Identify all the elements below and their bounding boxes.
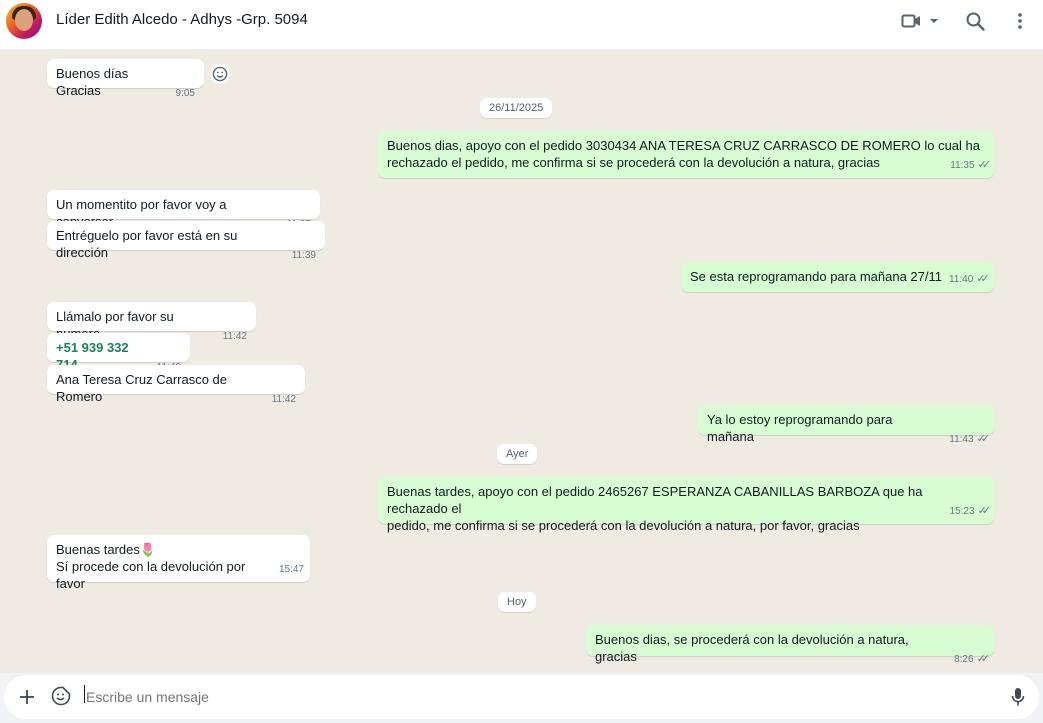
read-receipt-icon: ✓✓ — [976, 273, 990, 285]
read-receipt-icon: ✓✓ — [977, 505, 992, 517]
message-text: Buenos dias, se procederá con la devoluc… — [595, 632, 909, 664]
message-time: 11:35 — [950, 160, 975, 171]
microphone-icon[interactable] — [1008, 685, 1028, 709]
read-receipt-icon: ✓✓ — [976, 653, 991, 665]
message-time: 15:47 — [278, 564, 304, 575]
message-text-line: pedido, me confirma si se procederá con … — [387, 518, 860, 533]
incoming-message[interactable]: Entréguelo por favor está en su direcció… — [47, 221, 325, 261]
chevron-down-icon[interactable] — [928, 10, 940, 32]
message-time: 11:42 — [271, 394, 296, 405]
message-text-line: Sí procede con la devolución por favor — [56, 559, 246, 591]
plus-icon[interactable] — [16, 686, 38, 708]
message-time: 11:43 — [949, 434, 974, 445]
outgoing-message[interactable]: Buenos dias, apoyo con el pedido 3030434… — [378, 131, 994, 178]
outgoing-message[interactable]: Ya lo estoy reprogramando para mañana 11:… — [698, 405, 994, 445]
message-text-line: Buenos dias, apoyo con el pedido 3030434… — [387, 138, 980, 153]
outgoing-message[interactable]: Buenas tardes, apoyo con el pedido 24652… — [378, 477, 994, 533]
read-receipt-icon: ✓✓ — [976, 433, 991, 445]
contact-avatar[interactable] — [6, 3, 42, 39]
message-time: 15:23 — [949, 506, 975, 517]
message-text-line: Buenas tardes🌷 — [56, 542, 157, 557]
date-separator: Hoy — [498, 592, 536, 612]
message-meta: 15:47 — [279, 559, 304, 578]
read-receipt-icon: ✓✓ — [977, 159, 992, 171]
chat-header: Líder Edith Alcedo - Adhys -Grp. 5094 — [0, 0, 1043, 50]
incoming-message[interactable]: Buenos días Gracias 9:05 — [47, 59, 204, 99]
message-meta: 15:23 ✓✓ — [949, 501, 992, 520]
message-time: 11:42 — [222, 331, 247, 342]
date-separator: 26/11/2025 — [480, 98, 553, 118]
message-text: Se esta reprogramando para mañana 27/11 — [690, 269, 942, 284]
incoming-message[interactable]: +51 939 332 71411:42 — [47, 333, 190, 373]
message-time: 9:05 — [175, 88, 195, 99]
message-text: Ana Teresa Cruz Carrasco de Romero — [56, 372, 228, 404]
message-text: Entréguelo por favor está en su direcció… — [56, 228, 238, 260]
menu-icon[interactable] — [1012, 10, 1028, 32]
incoming-message[interactable]: Buenas tardes🌷 Sí procede con la devoluc… — [47, 535, 310, 591]
avatar-face — [15, 9, 33, 31]
outgoing-message[interactable]: Buenos dias, se procederá con la devoluc… — [586, 625, 994, 665]
incoming-message[interactable]: Un momentito por favor voy a conversar11… — [47, 190, 320, 230]
message-time: 8:26 — [954, 654, 974, 665]
sticker-icon[interactable] — [50, 685, 72, 707]
message-time: 11:40 — [948, 274, 974, 285]
message-time: 11:39 — [291, 250, 316, 261]
contact-name[interactable]: Líder Edith Alcedo - Adhys -Grp. 5094 — [56, 11, 308, 28]
message-meta: 11:35 ✓✓ — [950, 155, 992, 174]
incoming-message[interactable]: Ana Teresa Cruz Carrasco de Romero 11:42 — [47, 365, 305, 405]
message-list[interactable]: Buenos días Gracias 9:05 26/11/2025 Bueno… — [0, 50, 1043, 673]
message-text-line: Buenas tardes, apoyo con el pedido 24652… — [387, 484, 923, 516]
date-separator: Ayer — [497, 444, 538, 464]
react-emoji-icon[interactable] — [210, 64, 230, 84]
search-icon[interactable] — [964, 10, 986, 32]
video-call-icon[interactable] — [900, 10, 922, 32]
composer — [0, 673, 1043, 723]
message-text-line: rechazado el pedido, me confirma si se p… — [387, 155, 880, 170]
message-text: Ya lo estoy reprogramando para mañana — [707, 412, 893, 444]
message-input[interactable] — [84, 685, 988, 709]
incoming-message[interactable]: Llámalo por favor su numero11:42 — [47, 302, 256, 342]
message-text: Buenos días Gracias — [56, 66, 129, 98]
outgoing-message[interactable]: Se esta reprogramando para mañana 27/11 1… — [681, 262, 994, 292]
